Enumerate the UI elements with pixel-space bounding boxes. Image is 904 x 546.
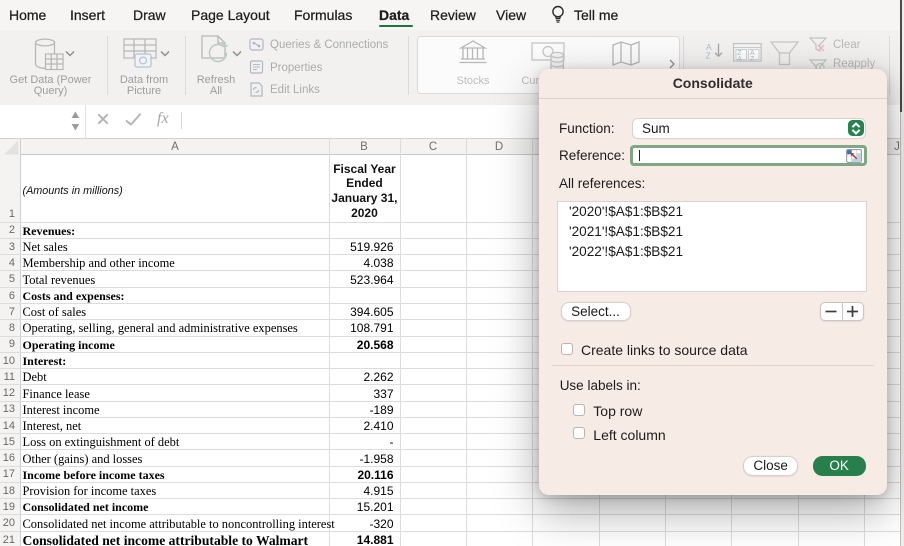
- svg-text:Z: Z: [706, 51, 711, 60]
- svg-text:Z: Z: [750, 56, 755, 62]
- svg-text:A: A: [737, 56, 742, 62]
